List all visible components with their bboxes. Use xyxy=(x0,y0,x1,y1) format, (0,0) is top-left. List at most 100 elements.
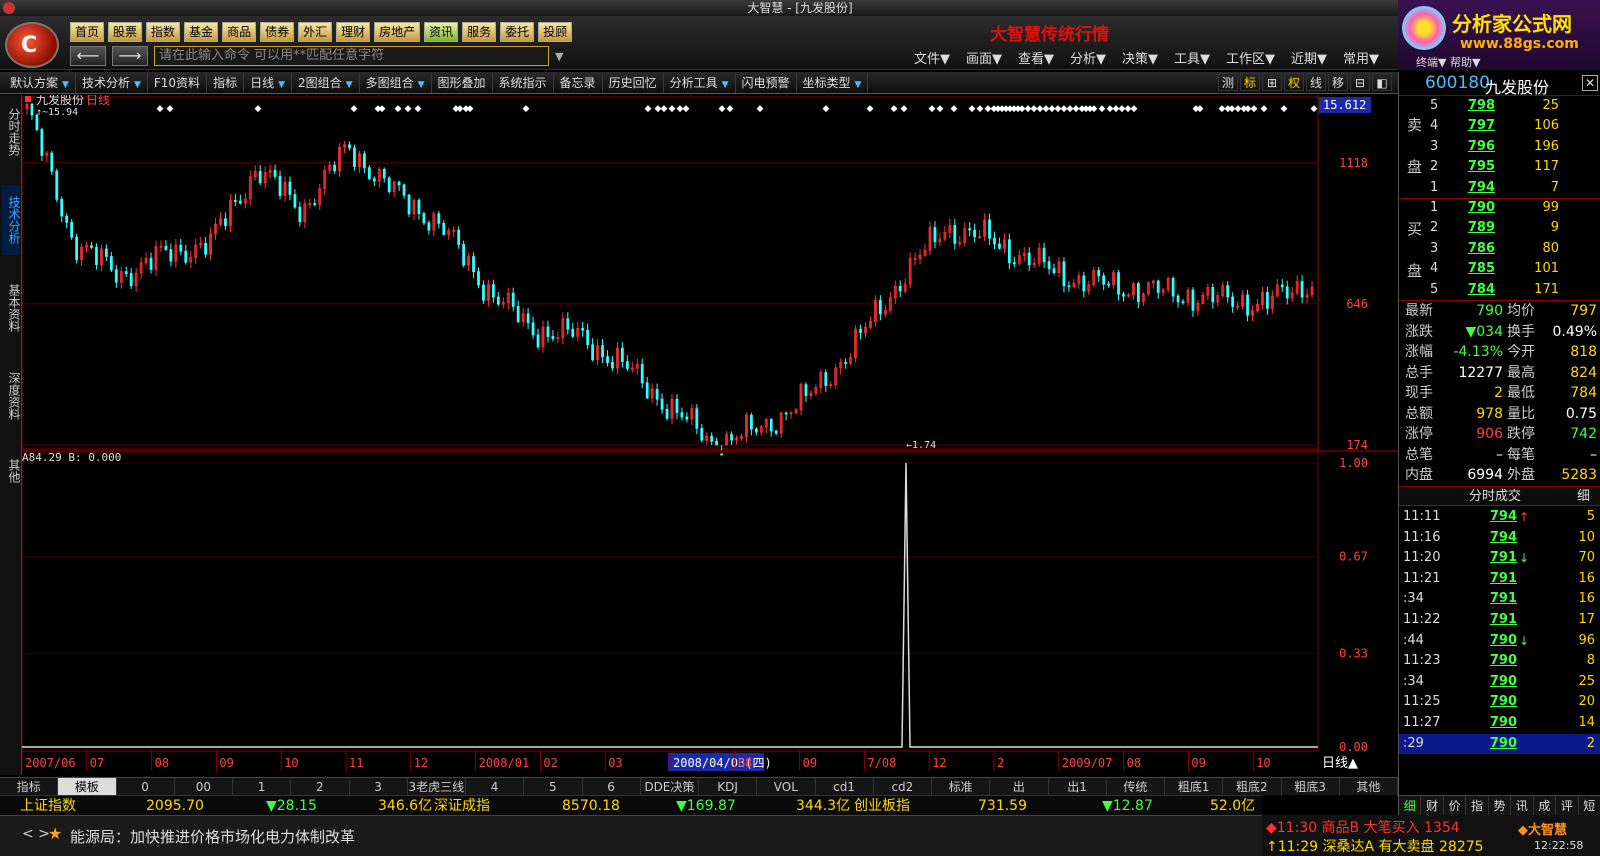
top-nav-12[interactable]: 投顾 xyxy=(538,22,573,42)
top-nav-2[interactable]: 指数 xyxy=(146,22,181,42)
panel-tab[interactable]: 讯 xyxy=(1511,796,1534,815)
toolbar-item[interactable]: 默认方案 ▼ xyxy=(4,72,76,93)
toolbar-icon[interactable]: 标 xyxy=(1240,73,1260,91)
sz-index-name[interactable]: 深证成指 xyxy=(434,796,490,816)
indicator-tab[interactable]: 00 xyxy=(175,778,233,796)
vtab-2[interactable]: 基本资料 xyxy=(2,273,21,343)
sell-row[interactable]: 3 796 196 xyxy=(1399,137,1600,157)
panel-tab[interactable]: 势 xyxy=(1489,796,1512,815)
sell-row[interactable]: 4 797 106 xyxy=(1399,116,1600,136)
menu-item[interactable]: 工具▼ xyxy=(1174,48,1210,67)
sh-index-name[interactable]: 上证指数 xyxy=(20,796,76,816)
watermark-menus[interactable]: 终端▼ 帮助▼ xyxy=(1416,54,1480,70)
command-input[interactable]: 请在此输入命令 可以用**匹配任意字符 xyxy=(154,46,549,66)
sell-row[interactable]: 2 795 117 xyxy=(1399,157,1600,177)
toolbar-item[interactable]: 2图组合 ▼ xyxy=(292,72,360,93)
menu-item[interactable]: 文件▼ xyxy=(914,48,950,67)
panel-tab[interactable]: 细 xyxy=(1399,796,1422,815)
menu-item[interactable]: 分析▼ xyxy=(1070,48,1106,67)
indicator-tab[interactable]: 6 xyxy=(583,778,641,796)
close-icon[interactable]: ✕ xyxy=(1582,75,1598,91)
sell-row[interactable]: 1 794 7 xyxy=(1399,178,1600,198)
vtab-0[interactable]: 分时走势 xyxy=(2,97,21,167)
menu-item[interactable]: 查看▼ xyxy=(1018,48,1054,67)
top-nav-5[interactable]: 债券 xyxy=(260,22,295,42)
news-nav-arrows[interactable]: < > xyxy=(22,826,50,842)
top-nav-11[interactable]: 委托 xyxy=(500,22,535,42)
tick-row[interactable]: 11:20 791 ↓ 70 xyxy=(1399,548,1600,569)
tick-row[interactable]: 11:27 790 14 xyxy=(1399,713,1600,734)
indicator-tab[interactable]: DDE决策 xyxy=(641,778,699,796)
vtab-3[interactable]: 深度资料 xyxy=(2,361,21,431)
toolbar-icon[interactable]: 线 xyxy=(1306,73,1326,91)
panel-tab[interactable]: 评 xyxy=(1556,796,1579,815)
menu-item[interactable]: 常用▼ xyxy=(1343,48,1379,67)
tick-row[interactable]: :34 790 25 xyxy=(1399,672,1600,693)
panel-tab[interactable]: 财 xyxy=(1421,796,1444,815)
menu-item[interactable]: 工作区▼ xyxy=(1226,48,1275,67)
top-nav-10[interactable]: 服务 xyxy=(462,22,497,42)
indicator-tab[interactable]: 1 xyxy=(233,778,292,796)
vtab-4[interactable]: 其他 xyxy=(2,451,21,491)
panel-tab[interactable]: 短 xyxy=(1579,796,1600,815)
toolbar-item[interactable]: 坐标类型 ▼ xyxy=(797,72,869,93)
toolbar-item[interactable]: 多图组合 ▼ xyxy=(360,72,432,93)
toolbar-icon[interactable]: ◧ xyxy=(1372,73,1392,91)
tick-row[interactable]: 11:16 794 10 xyxy=(1399,528,1600,549)
toolbar-item[interactable]: 图形叠加 xyxy=(432,72,493,93)
panel-tab[interactable]: 成 xyxy=(1534,796,1557,815)
indicator-tab[interactable]: 其他 xyxy=(1340,778,1398,796)
tick-row[interactable]: 11:22 791 17 xyxy=(1399,610,1600,631)
toolbar-item[interactable]: 备忘录 xyxy=(554,72,603,93)
toolbar-icon[interactable]: ⊟ xyxy=(1350,73,1370,91)
top-nav-1[interactable]: 股票 xyxy=(108,22,143,42)
buy-row[interactable]: 1 790 99 xyxy=(1399,198,1600,218)
tick-row[interactable]: :44 790 ↓ 96 xyxy=(1399,631,1600,652)
toolbar-item[interactable]: 系统指示 xyxy=(493,72,554,93)
top-nav-3[interactable]: 基金 xyxy=(184,22,219,42)
indicator-tab[interactable]: VOL xyxy=(757,778,816,796)
toolbar-item[interactable]: 技术分析 ▼ xyxy=(76,72,148,93)
indicator-tab[interactable]: 粗底3 xyxy=(1282,778,1340,796)
dzh-logo[interactable]: C xyxy=(5,22,59,68)
indicator-tab[interactable]: 出1 xyxy=(1049,778,1107,796)
kline-chart[interactable]: 174646111815.612九发股份 日线↑~15.94←1.74◆ ◆ ◆ ◆ ◆◆… xyxy=(22,95,1398,775)
buy-row[interactable]: 3 786 80 xyxy=(1399,239,1600,259)
buy-row[interactable]: 4 785 101 xyxy=(1399,259,1600,279)
indicator-tab[interactable]: cd1 xyxy=(816,778,874,796)
vtab-1[interactable]: 技术分析 xyxy=(2,185,21,255)
toolbar-item[interactable]: 日线 ▼ xyxy=(244,72,293,93)
news-headline[interactable]: 能源局：加快推进价格市场化电力体制改革 xyxy=(70,826,355,847)
tick-row[interactable]: 11:11 794 ↑ 5 xyxy=(1399,507,1600,528)
toolbar-icon[interactable]: 测 xyxy=(1218,73,1238,91)
buy-row[interactable]: 2 789 9 xyxy=(1399,218,1600,238)
indicator-tab[interactable]: 模板 xyxy=(58,778,117,796)
menu-item[interactable]: 决策▼ xyxy=(1122,48,1158,67)
ticks-detail-button[interactable]: 细 xyxy=(1577,487,1590,507)
panel-tab[interactable]: 价 xyxy=(1444,796,1467,815)
buy-row[interactable]: 5 784 171 xyxy=(1399,280,1600,300)
toolbar-item[interactable]: 指标 xyxy=(207,72,245,93)
menu-item[interactable]: 近期▼ xyxy=(1291,48,1327,67)
top-nav-9[interactable]: 资讯 xyxy=(424,22,459,42)
top-nav-6[interactable]: 外汇 xyxy=(298,22,333,42)
indicator-tab[interactable]: KDJ xyxy=(699,778,758,796)
alert-item[interactable]: ◆11:30 商品B 大笔买入 1354 xyxy=(1266,817,1460,837)
menu-item[interactable]: 画面▼ xyxy=(966,48,1002,67)
cy-index-name[interactable]: 创业板指 xyxy=(854,796,910,816)
toolbar-icon[interactable]: ⊞ xyxy=(1262,73,1282,91)
toolbar-item[interactable]: F10资料 xyxy=(148,72,208,93)
toolbar-item[interactable]: 闪电预警 xyxy=(736,72,797,93)
toolbar-item[interactable]: 分析工具 ▼ xyxy=(664,72,736,93)
tick-row[interactable]: :34 791 16 xyxy=(1399,589,1600,610)
indicator-tab[interactable]: 2 xyxy=(291,778,350,796)
top-nav-4[interactable]: 商品 xyxy=(222,22,257,42)
indicator-tab[interactable]: 5 xyxy=(524,778,583,796)
tick-row[interactable]: 11:25 790 20 xyxy=(1399,692,1600,713)
toolbar-icon[interactable]: 权 xyxy=(1284,73,1304,91)
toolbar-icon[interactable]: 移 xyxy=(1328,73,1348,91)
indicator-tab[interactable]: 标准 xyxy=(932,778,991,796)
indicator-tab[interactable]: 4 xyxy=(466,778,525,796)
top-nav-7[interactable]: 理财 xyxy=(336,22,371,42)
indicator-tab[interactable]: 0 xyxy=(117,778,175,796)
